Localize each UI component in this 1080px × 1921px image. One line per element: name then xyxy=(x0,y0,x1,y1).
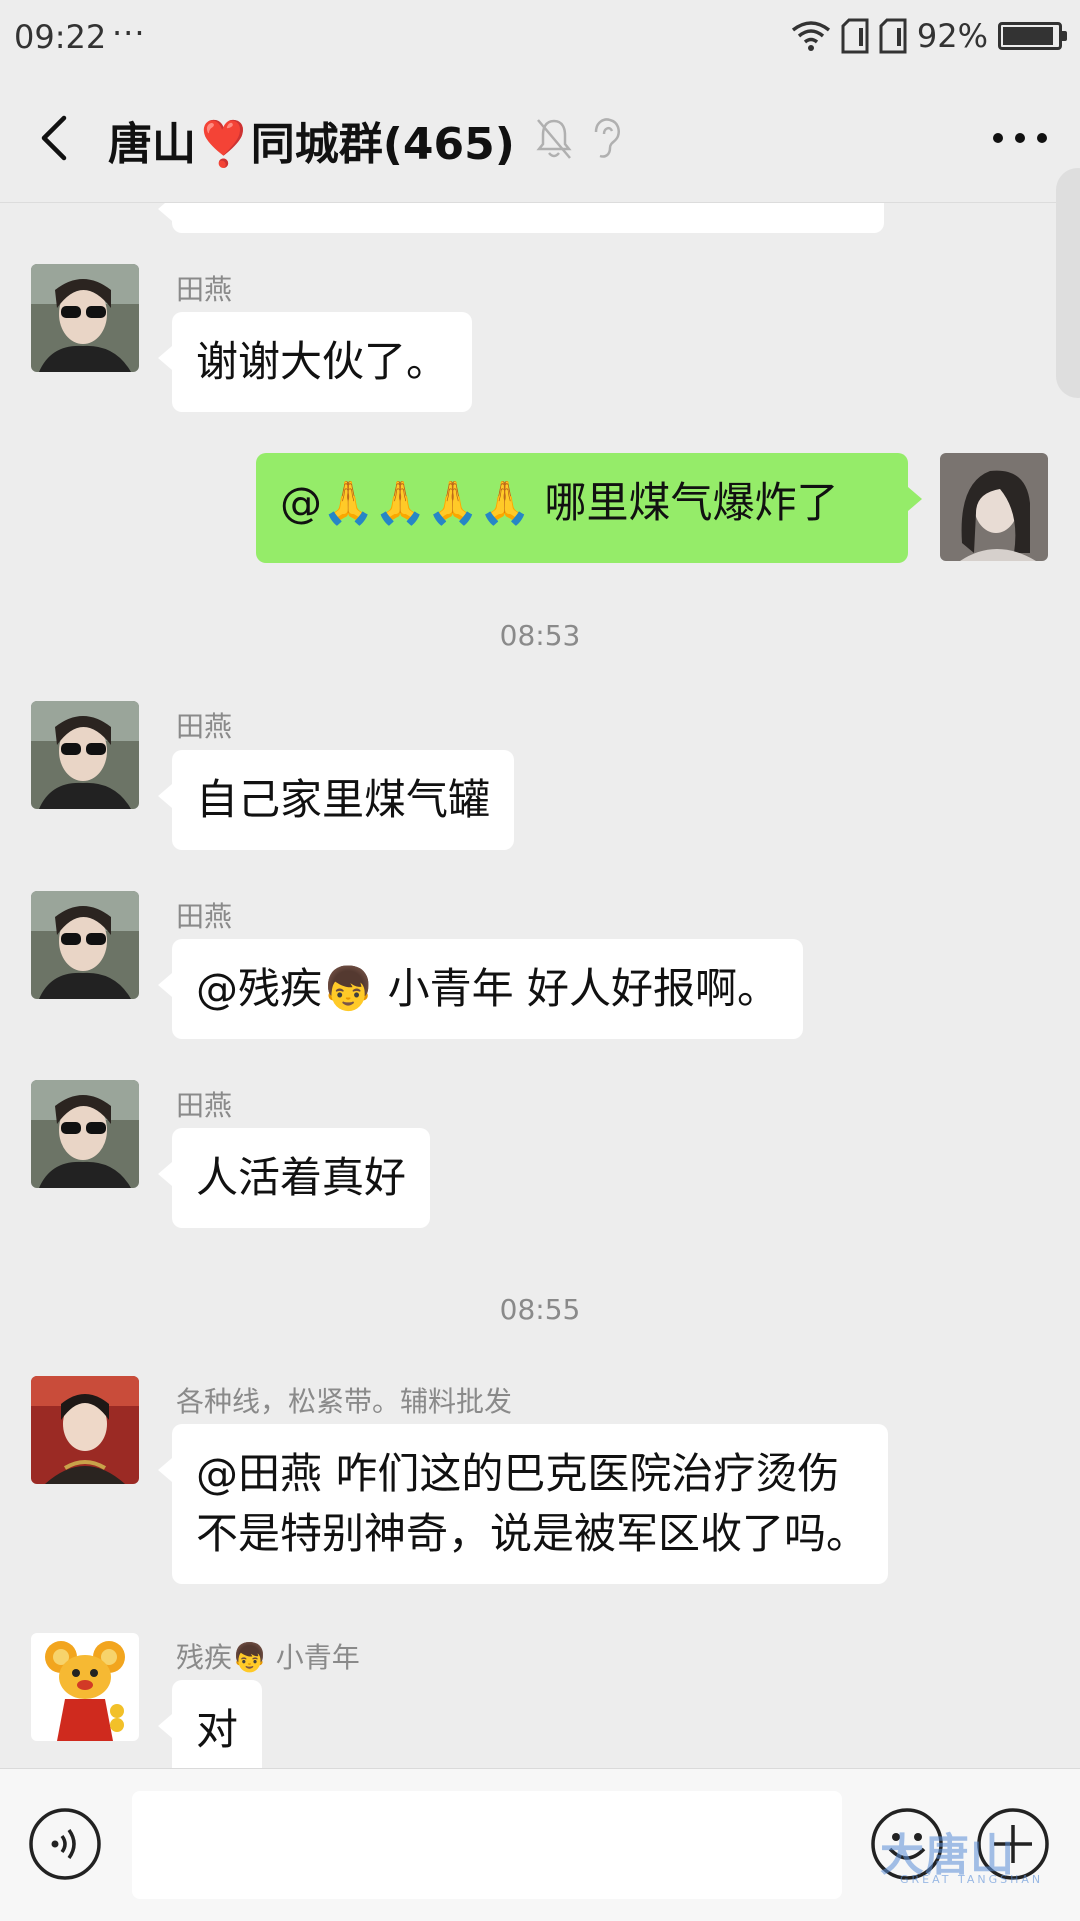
avatar-tianyan[interactable] xyxy=(31,1080,139,1188)
avatar-cartoon-mouse[interactable] xyxy=(31,1633,139,1741)
sender-name: 田燕 xyxy=(176,1089,233,1122)
message-text: 人活着真好 xyxy=(196,1153,407,1202)
message-bubble[interactable]: @残疾👦 小青年 好人好报啊。 xyxy=(158,939,803,1039)
status-right: 92% xyxy=(791,16,1067,56)
status-more-dots: ··· xyxy=(112,14,146,52)
message-text-line: 不是特别神奇，说是被军区收了吗。 xyxy=(196,1509,869,1558)
battery-percent: 92% xyxy=(916,17,988,55)
message-text-line: @田燕 咋们这的巴克医院治疗烫伤 xyxy=(196,1449,840,1498)
more-options-icon[interactable] xyxy=(988,118,1052,158)
message-text: @残疾👦 小青年 好人好报啊。 xyxy=(196,964,779,1013)
timestamp: 08:53 xyxy=(499,619,581,652)
avatar-self[interactable] xyxy=(940,453,1048,561)
sender-name: 田燕 xyxy=(176,710,233,743)
status-bar: 09:22 ··· 92% xyxy=(0,0,1080,78)
avatar-supplier[interactable] xyxy=(31,1376,139,1484)
earpiece-mode-icon xyxy=(594,118,620,158)
message-bubble[interactable]: @田燕 咋们这的巴克医院治疗烫伤 不是特别神奇，说是被军区收了吗。 xyxy=(157,1424,889,1584)
wifi-icon xyxy=(791,21,830,51)
back-icon[interactable] xyxy=(28,108,88,168)
sender-name: 田燕 xyxy=(176,273,233,306)
input-bar: 大唐山 GREAT TANGSHAN xyxy=(0,1768,1080,1921)
message-bubble[interactable]: 对 xyxy=(157,1680,263,1768)
message-text: @🙏🙏🙏🙏 哪里煤气爆炸了 xyxy=(280,478,839,527)
message-text: 谢谢大伙了。 xyxy=(196,337,449,386)
avatar-tianyan[interactable] xyxy=(31,701,139,809)
message-text: 对 xyxy=(196,1705,239,1754)
voice-input-icon[interactable] xyxy=(28,1807,102,1881)
previous-message-bubble[interactable] xyxy=(158,203,884,233)
sim-card-2-icon xyxy=(879,18,907,54)
chat-title[interactable]: 唐山❣️同城群(465) xyxy=(108,108,515,172)
chat-message-list[interactable]: 田燕 谢谢大伙了。 @🙏🙏🙏🙏 哪里煤气爆炸了 08:53 田燕 自己家里煤气罐 xyxy=(0,203,1080,1768)
status-time: 09:22 xyxy=(14,18,107,56)
chat-header: 唐山❣️同城群(465) xyxy=(0,78,1080,398)
mute-bell-icon xyxy=(536,119,572,159)
message-bubble[interactable]: 谢谢大伙了。 xyxy=(157,312,473,412)
own-message-bubble[interactable]: @🙏🙏🙏🙏 哪里煤气爆炸了 xyxy=(256,453,922,563)
timestamp: 08:55 xyxy=(499,1293,581,1326)
sim-card-1-icon xyxy=(841,18,869,54)
battery-icon xyxy=(998,22,1067,50)
message-bubble[interactable]: 自己家里煤气罐 xyxy=(157,750,515,850)
sender-name: 残疾👦 小青年 xyxy=(176,1641,360,1674)
battery-fill xyxy=(1003,27,1053,45)
message-text: 自己家里煤气罐 xyxy=(196,775,491,824)
avatar-tianyan[interactable] xyxy=(31,891,139,999)
sender-name: 各种线，松紧带。辅料批发 xyxy=(176,1385,513,1418)
message-input[interactable] xyxy=(132,1791,842,1899)
message-bubble[interactable]: 人活着真好 xyxy=(157,1128,431,1228)
sender-name: 田燕 xyxy=(176,900,233,933)
avatar-tianyan[interactable] xyxy=(31,264,139,372)
watermark-subtitle: GREAT TANGSHAN xyxy=(900,1873,1044,1886)
